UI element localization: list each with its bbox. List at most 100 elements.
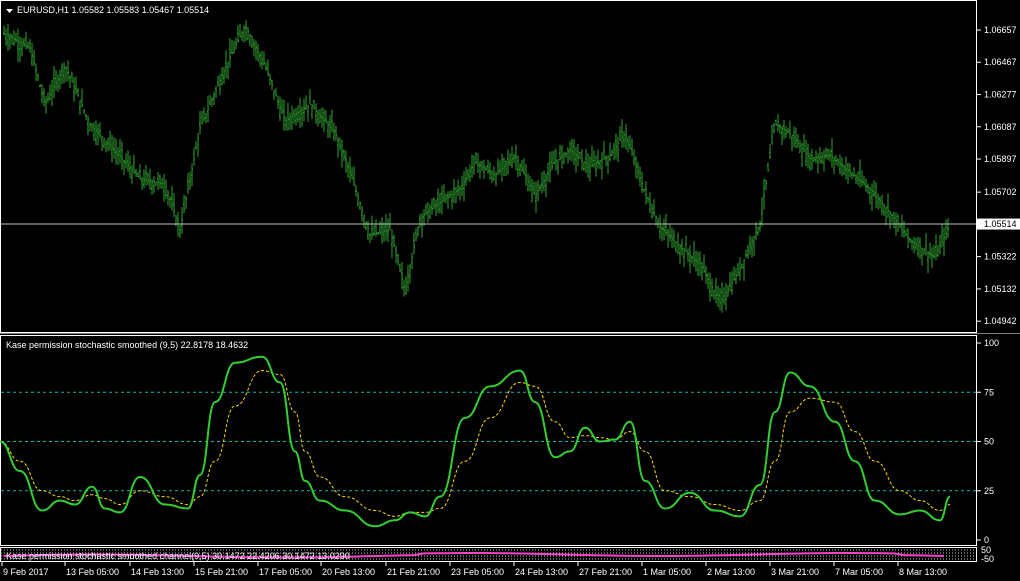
price-bar: [715, 277, 717, 304]
price-bar: [683, 247, 685, 268]
price-bar: [729, 272, 731, 292]
price-bar: [415, 228, 417, 242]
price-bar: [457, 179, 459, 197]
price-bar: [867, 183, 869, 194]
price-bar: [669, 223, 671, 242]
price-bar: [417, 226, 419, 237]
price-bar: [801, 142, 803, 168]
symbol-title: EURUSD,H1 1.05582 1.05583 1.05467 1.0551…: [17, 5, 209, 15]
price-bar: [791, 135, 793, 151]
price-bar: [557, 159, 559, 175]
price-bar: [771, 124, 773, 145]
price-bar: [33, 50, 35, 67]
price-bar: [109, 130, 111, 151]
price-bar: [139, 164, 141, 180]
time-tick-label: 13 Feb 05:00: [66, 567, 119, 577]
price-bar: [167, 189, 169, 206]
price-bar: [635, 156, 637, 179]
price-bar: [371, 215, 373, 240]
price-bar: [735, 267, 737, 285]
price-bar: [309, 89, 311, 105]
price-bar: [725, 283, 727, 311]
price-bar: [5, 28, 7, 46]
price-bar: [629, 135, 631, 150]
price-bar: [209, 94, 211, 105]
price-bar: [453, 179, 455, 204]
price-bar: [383, 222, 385, 242]
price-bar: [485, 165, 487, 171]
time-tick-label: 14 Feb 13:00: [131, 567, 184, 577]
price-bar: [97, 124, 99, 146]
price-bar: [747, 244, 749, 259]
price-bar: [563, 151, 565, 165]
price-bar: [231, 40, 233, 55]
price-bar: [607, 155, 609, 175]
price-bar: [107, 137, 109, 152]
price-bar: [805, 140, 807, 167]
price-bar: [303, 98, 305, 122]
price-bar: [769, 143, 771, 159]
price-bar: [127, 150, 129, 173]
price-bar: [671, 227, 673, 249]
price-bar: [723, 287, 725, 305]
current-price-value: 1.05514: [984, 219, 1017, 229]
price-bar: [455, 186, 457, 204]
price-bar: [525, 164, 527, 186]
price-bar: [689, 245, 691, 274]
price-bar: [259, 51, 261, 67]
time-tick-label: 27 Feb 21:00: [579, 567, 632, 577]
price-bar: [641, 171, 643, 194]
price-bar: [763, 178, 765, 210]
price-bar: [933, 244, 935, 259]
price-tick-label: 1.06657: [984, 25, 1017, 35]
price-bar: [929, 242, 931, 259]
price-bar: [581, 149, 583, 171]
price-bar: [925, 232, 927, 256]
price-bar: [63, 62, 65, 84]
channel-tick-label: -50: [981, 554, 994, 564]
price-bar: [549, 151, 551, 183]
price-bar: [183, 194, 185, 214]
price-bar: [601, 151, 603, 180]
triangle-down-icon[interactable]: [6, 9, 13, 13]
price-bar: [589, 156, 591, 182]
price-bar: [807, 143, 809, 169]
price-bar: [767, 162, 769, 172]
price-bar: [757, 226, 759, 236]
price-bar: [291, 105, 293, 130]
price-bar: [305, 95, 307, 110]
price-bar: [103, 137, 105, 149]
price-bar: [699, 251, 701, 276]
price-bar: [45, 96, 47, 114]
price-bar: [597, 149, 599, 169]
price-bar: [401, 261, 403, 290]
price-bar: [799, 139, 801, 153]
price-bar: [17, 28, 19, 63]
price-bar: [647, 196, 649, 203]
price-bar: [567, 147, 569, 164]
price-bar: [105, 140, 107, 153]
price-bar: [365, 221, 367, 231]
price-bar: [325, 110, 327, 124]
price-bar: [413, 232, 415, 255]
price-bar: [531, 179, 533, 203]
price-bar: [381, 217, 383, 244]
price-bar: [499, 160, 501, 175]
trading-chart[interactable]: 1.06657 1.06467 1.06277 1.06087 1.05897 1.057…: [0, 0, 1020, 581]
price-bar: [129, 155, 131, 179]
price-bar: [197, 133, 199, 157]
price-bar: [619, 125, 621, 141]
price-bar: [787, 127, 789, 133]
price-bar: [593, 150, 595, 168]
price-bar: [53, 66, 55, 99]
price-bar: [675, 241, 677, 253]
price-tick-label: 1.06277: [984, 89, 1017, 99]
price-bar: [561, 145, 563, 169]
price-bar: [865, 178, 867, 192]
price-bar: [583, 161, 585, 171]
price-bar: [873, 180, 875, 197]
price-bar: [393, 234, 395, 247]
time-tick-label: 15 Feb 21:00: [195, 567, 248, 577]
price-bar: [431, 198, 433, 215]
price-bar: [237, 25, 239, 43]
